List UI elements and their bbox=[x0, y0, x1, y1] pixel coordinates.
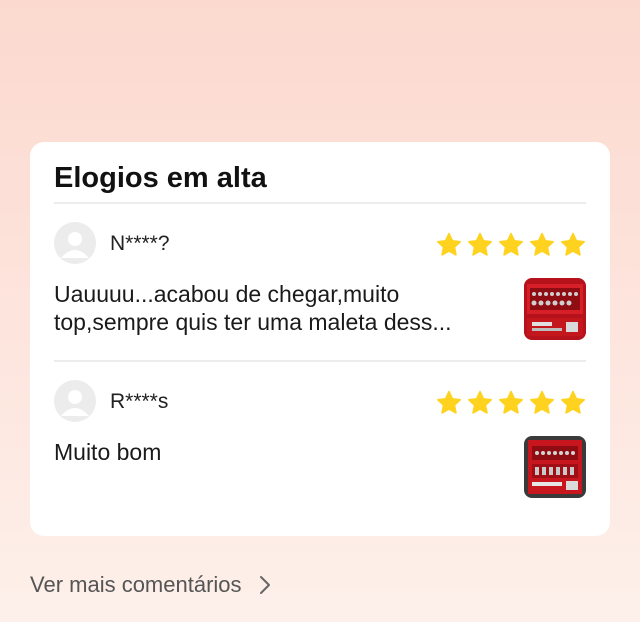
avatar-icon bbox=[54, 222, 96, 264]
review-text: Uauuuu...acabou de chegar,muito top,semp… bbox=[54, 281, 452, 335]
star-icon bbox=[499, 232, 523, 256]
toolkit-photo-icon[interactable] bbox=[524, 436, 586, 498]
section-title: Elogios em alta bbox=[54, 142, 586, 204]
star-icon bbox=[499, 390, 523, 414]
star-icon bbox=[530, 390, 554, 414]
rating-stars bbox=[436, 390, 586, 416]
reviews-card: Elogios em alta N****? Uauuuu...acabou d… bbox=[30, 142, 610, 536]
star-icon bbox=[468, 232, 492, 256]
review-item[interactable]: R****s Muito bom bbox=[54, 360, 586, 518]
star-icon bbox=[437, 232, 461, 256]
reviewer-name: R****s bbox=[110, 390, 169, 413]
avatar-icon bbox=[54, 380, 96, 422]
see-more-label: Ver mais comentários bbox=[30, 572, 242, 597]
review-item[interactable]: N****? Uauuuu...acabou de chegar,muito t… bbox=[54, 204, 586, 360]
star-icon bbox=[561, 232, 585, 256]
star-icon bbox=[437, 390, 461, 414]
star-icon bbox=[468, 390, 492, 414]
review-text: Muito bom bbox=[54, 439, 162, 465]
reviewer-name: N****? bbox=[110, 232, 170, 255]
star-icon bbox=[530, 232, 554, 256]
star-icon bbox=[561, 390, 585, 414]
see-more-comments-link[interactable]: Ver mais comentários bbox=[30, 572, 272, 598]
toolkit-photo-icon[interactable] bbox=[524, 278, 586, 340]
chevron-right-icon bbox=[259, 576, 270, 594]
rating-stars bbox=[436, 232, 586, 258]
